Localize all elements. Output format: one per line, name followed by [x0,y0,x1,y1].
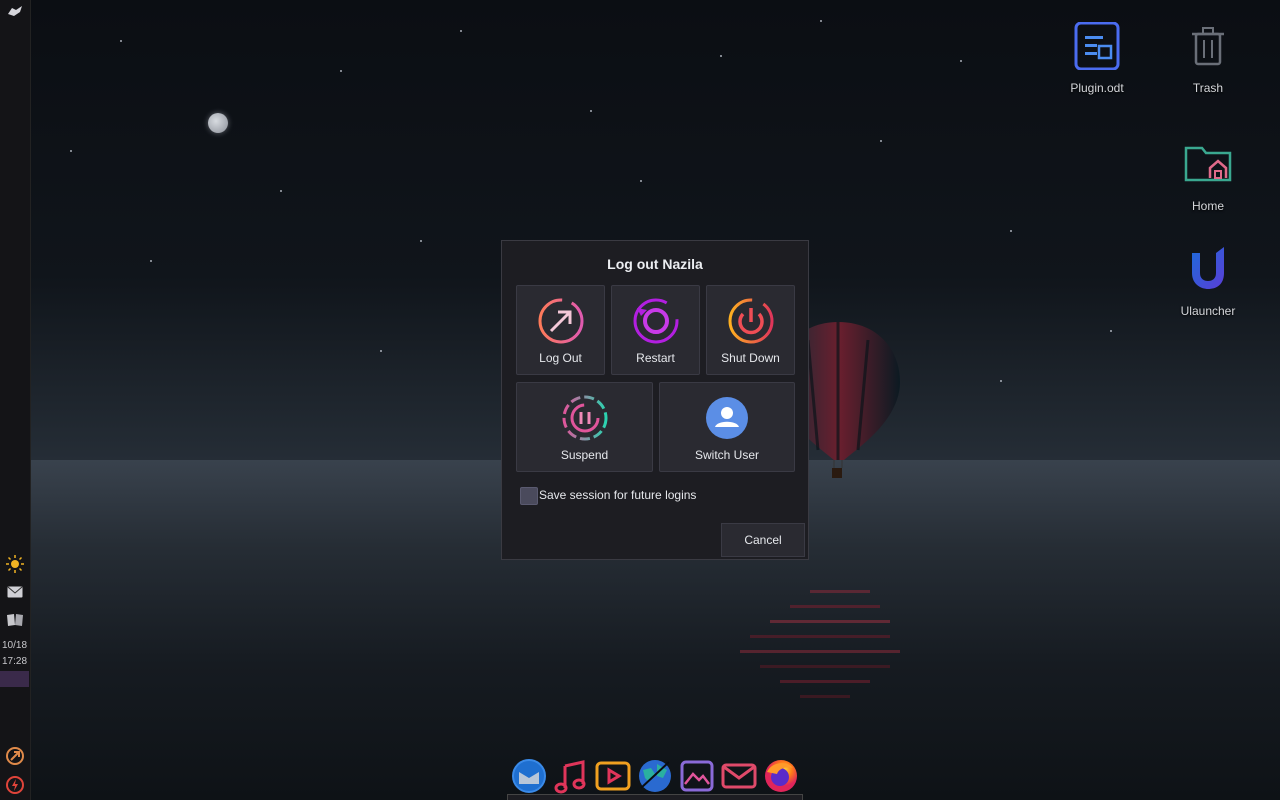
suspend-label: Suspend [560,448,609,462]
dock-indicator-bar [507,794,803,800]
mail-icon[interactable] [4,581,26,603]
power-icon[interactable] [4,774,26,796]
logout-icon [538,298,583,344]
logout-icon[interactable] [4,745,26,767]
switch-user-label: Switch User [694,448,759,462]
weather-icon[interactable] [4,553,26,575]
shutdown-button[interactable]: Shut Down [706,285,795,375]
panel-time: 17:28 [2,656,28,667]
panel-date: 10/18 [2,640,28,651]
dialog-title: Log out Nazila [607,256,703,272]
browser-globe-icon[interactable] [637,758,673,794]
book-icon[interactable] [4,609,26,631]
switch-user-button[interactable]: Switch User [659,382,795,472]
workspace-indicator[interactable] [0,671,29,687]
desktop-icon-label: Home [1191,199,1224,213]
desktop-icon-ulauncher[interactable]: Ulauncher [1163,245,1253,318]
dock [505,756,803,796]
left-panel: 10/18 17:28 [0,0,31,800]
power-icon [728,298,773,344]
balloon-reflection [740,590,900,698]
document-icon [1074,21,1120,71]
logout-button[interactable]: Log Out [516,285,605,375]
firefox-icon[interactable] [763,758,799,794]
shutdown-label: Shut Down [721,351,780,365]
music-icon[interactable] [553,758,589,794]
moon [208,113,228,133]
logout-dialog: Log out Nazila Log Out Restart Shut Down [501,240,809,560]
whisker-menu-icon[interactable] [4,0,26,22]
save-session-label[interactable]: Save session for future logins [539,488,696,502]
video-player-icon[interactable] [595,758,631,794]
restart-button[interactable]: Restart [611,285,700,375]
suspend-icon [562,395,607,441]
desktop-icon-label: Plugin.odt [1070,81,1124,95]
user-icon [706,397,748,439]
desktop-icon-label: Trash [1192,81,1224,95]
restart-label: Restart [636,351,675,365]
suspend-button[interactable]: Suspend [516,382,653,472]
thunderbird-icon[interactable] [511,758,547,794]
home-folder-icon [1184,146,1232,182]
logout-label: Log Out [539,351,582,365]
restart-icon [633,298,678,344]
cancel-button[interactable]: Cancel [721,523,805,557]
trash-icon [1192,27,1224,66]
desktop-icon-home[interactable]: Home [1163,140,1253,213]
save-session-checkbox[interactable] [520,487,538,505]
ulauncher-icon [1192,247,1224,289]
desktop-icon-plugin-odt[interactable]: Plugin.odt [1052,21,1142,95]
mail-client-icon[interactable] [721,758,757,794]
image-viewer-icon[interactable] [679,758,715,794]
desktop-icon-label: Ulauncher [1180,304,1236,318]
desktop-icon-trash[interactable]: Trash [1163,22,1253,95]
